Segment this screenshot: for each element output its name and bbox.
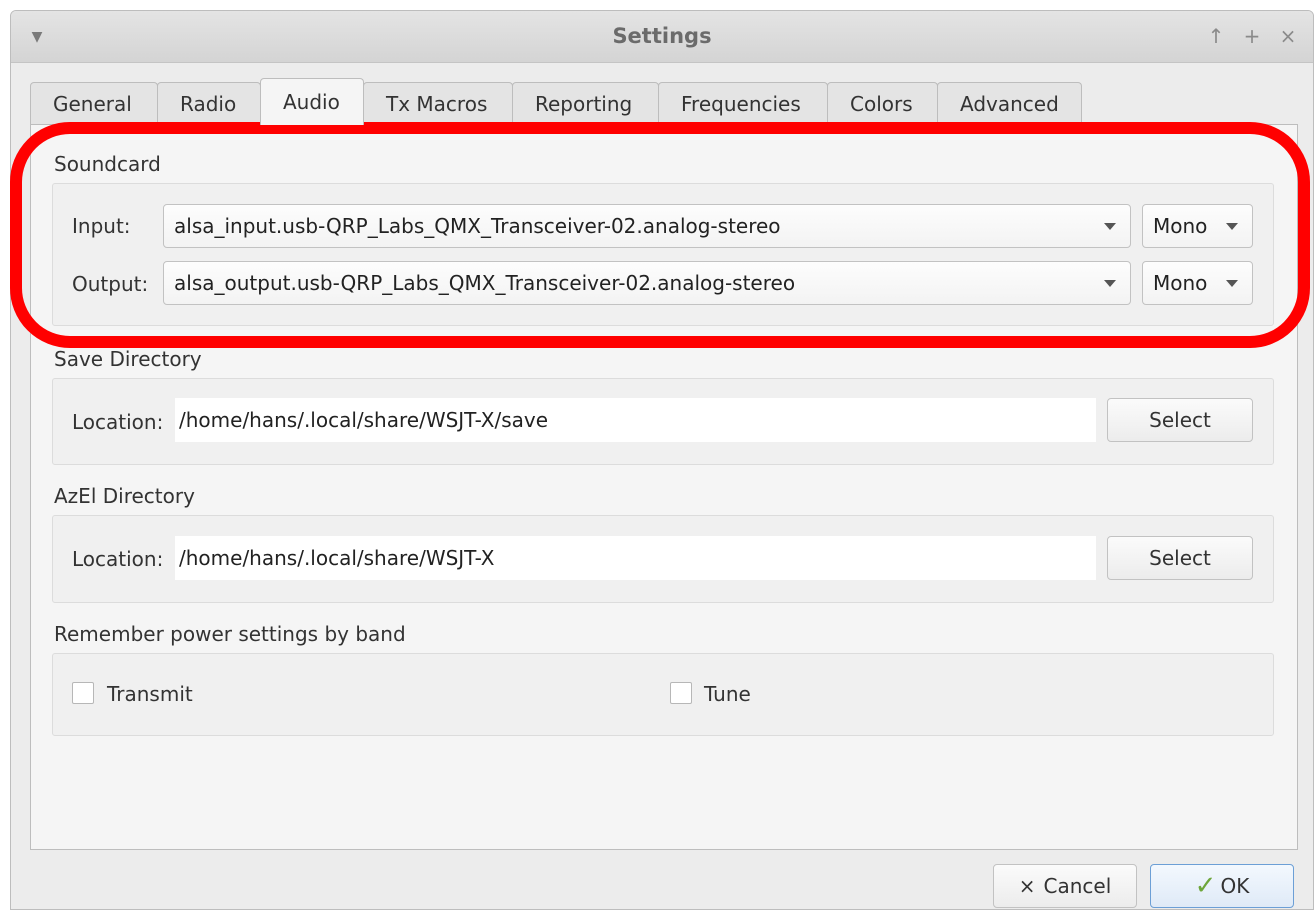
tab-label: Advanced bbox=[960, 91, 1059, 116]
ok-button[interactable]: ✓ OK bbox=[1150, 864, 1294, 908]
tab-label: Tx Macros bbox=[386, 91, 488, 116]
save-location-label: Location: bbox=[72, 410, 164, 434]
input-device-value: alsa_input.usb-QRP_Labs_QMX_Transceiver-… bbox=[174, 214, 781, 238]
tab-colors[interactable]: Colors bbox=[827, 82, 938, 124]
input-channel-select[interactable]: Mono bbox=[1142, 204, 1253, 248]
tab-label: General bbox=[53, 91, 132, 116]
azel-location-label: Location: bbox=[72, 547, 164, 571]
window-title: Settings bbox=[612, 24, 712, 48]
title-bar: ▼ Settings ↑ + × bbox=[11, 11, 1313, 63]
transmit-checkbox[interactable] bbox=[72, 682, 94, 704]
output-device-value: alsa_output.usb-QRP_Labs_QMX_Transceiver… bbox=[174, 271, 796, 295]
tab-tx-macros[interactable]: Tx Macros bbox=[363, 82, 513, 124]
input-channel-value: Mono bbox=[1153, 214, 1208, 238]
azel-directory-group-title: AzEl Directory bbox=[54, 484, 195, 508]
tab-radio[interactable]: Radio bbox=[157, 82, 261, 124]
save-directory-group-title: Save Directory bbox=[54, 347, 202, 371]
chevron-down-icon bbox=[1104, 280, 1116, 287]
keep-above-icon[interactable]: ↑ bbox=[1205, 23, 1227, 49]
azel-location-field[interactable]: /home/hans/.local/share/WSJT-X bbox=[175, 536, 1096, 580]
check-icon: ✓ bbox=[1194, 871, 1217, 901]
tab-label: Radio bbox=[180, 91, 237, 116]
chevron-down-icon bbox=[1226, 280, 1238, 287]
output-channel-value: Mono bbox=[1153, 271, 1208, 295]
tab-general[interactable]: General bbox=[30, 82, 158, 124]
cancel-button[interactable]: × Cancel bbox=[993, 864, 1137, 908]
tab-label: Audio bbox=[283, 90, 340, 114]
tab-reporting[interactable]: Reporting bbox=[512, 82, 659, 124]
tab-advanced[interactable]: Advanced bbox=[937, 82, 1082, 124]
input-label: Input: bbox=[72, 214, 131, 238]
power-settings-group-title: Remember power settings by band bbox=[54, 622, 406, 646]
close-icon[interactable]: × bbox=[1277, 23, 1299, 49]
tab-label: Reporting bbox=[535, 91, 633, 116]
save-select-button[interactable]: Select bbox=[1107, 398, 1253, 442]
tab-audio[interactable]: Audio bbox=[260, 78, 364, 125]
chevron-down-icon bbox=[1226, 223, 1238, 230]
power-settings-group bbox=[52, 653, 1274, 736]
tab-frequencies[interactable]: Frequencies bbox=[658, 82, 828, 124]
azel-select-button[interactable]: Select bbox=[1107, 536, 1253, 580]
chevron-down-icon bbox=[1104, 223, 1116, 230]
tab-label: Frequencies bbox=[681, 91, 801, 116]
output-channel-select[interactable]: Mono bbox=[1142, 261, 1253, 305]
tab-bar: General Radio Audio Tx Macros Reporting … bbox=[30, 78, 1082, 125]
output-device-select[interactable]: alsa_output.usb-QRP_Labs_QMX_Transceiver… bbox=[163, 261, 1131, 305]
ok-label: OK bbox=[1220, 874, 1250, 898]
input-device-select[interactable]: alsa_input.usb-QRP_Labs_QMX_Transceiver-… bbox=[163, 204, 1131, 248]
transmit-label[interactable]: Transmit bbox=[107, 682, 193, 706]
close-icon: × bbox=[1018, 874, 1036, 898]
tab-label: Colors bbox=[850, 91, 913, 116]
output-label: Output: bbox=[72, 272, 149, 296]
soundcard-group-title: Soundcard bbox=[54, 152, 161, 176]
tune-label[interactable]: Tune bbox=[704, 682, 751, 706]
maximize-icon[interactable]: + bbox=[1241, 23, 1263, 49]
save-location-field[interactable]: /home/hans/.local/share/WSJT-X/save bbox=[175, 398, 1096, 442]
cancel-label: Cancel bbox=[1043, 874, 1112, 898]
tune-checkbox[interactable] bbox=[670, 682, 692, 704]
window-controls: ↑ + × bbox=[1205, 23, 1299, 49]
